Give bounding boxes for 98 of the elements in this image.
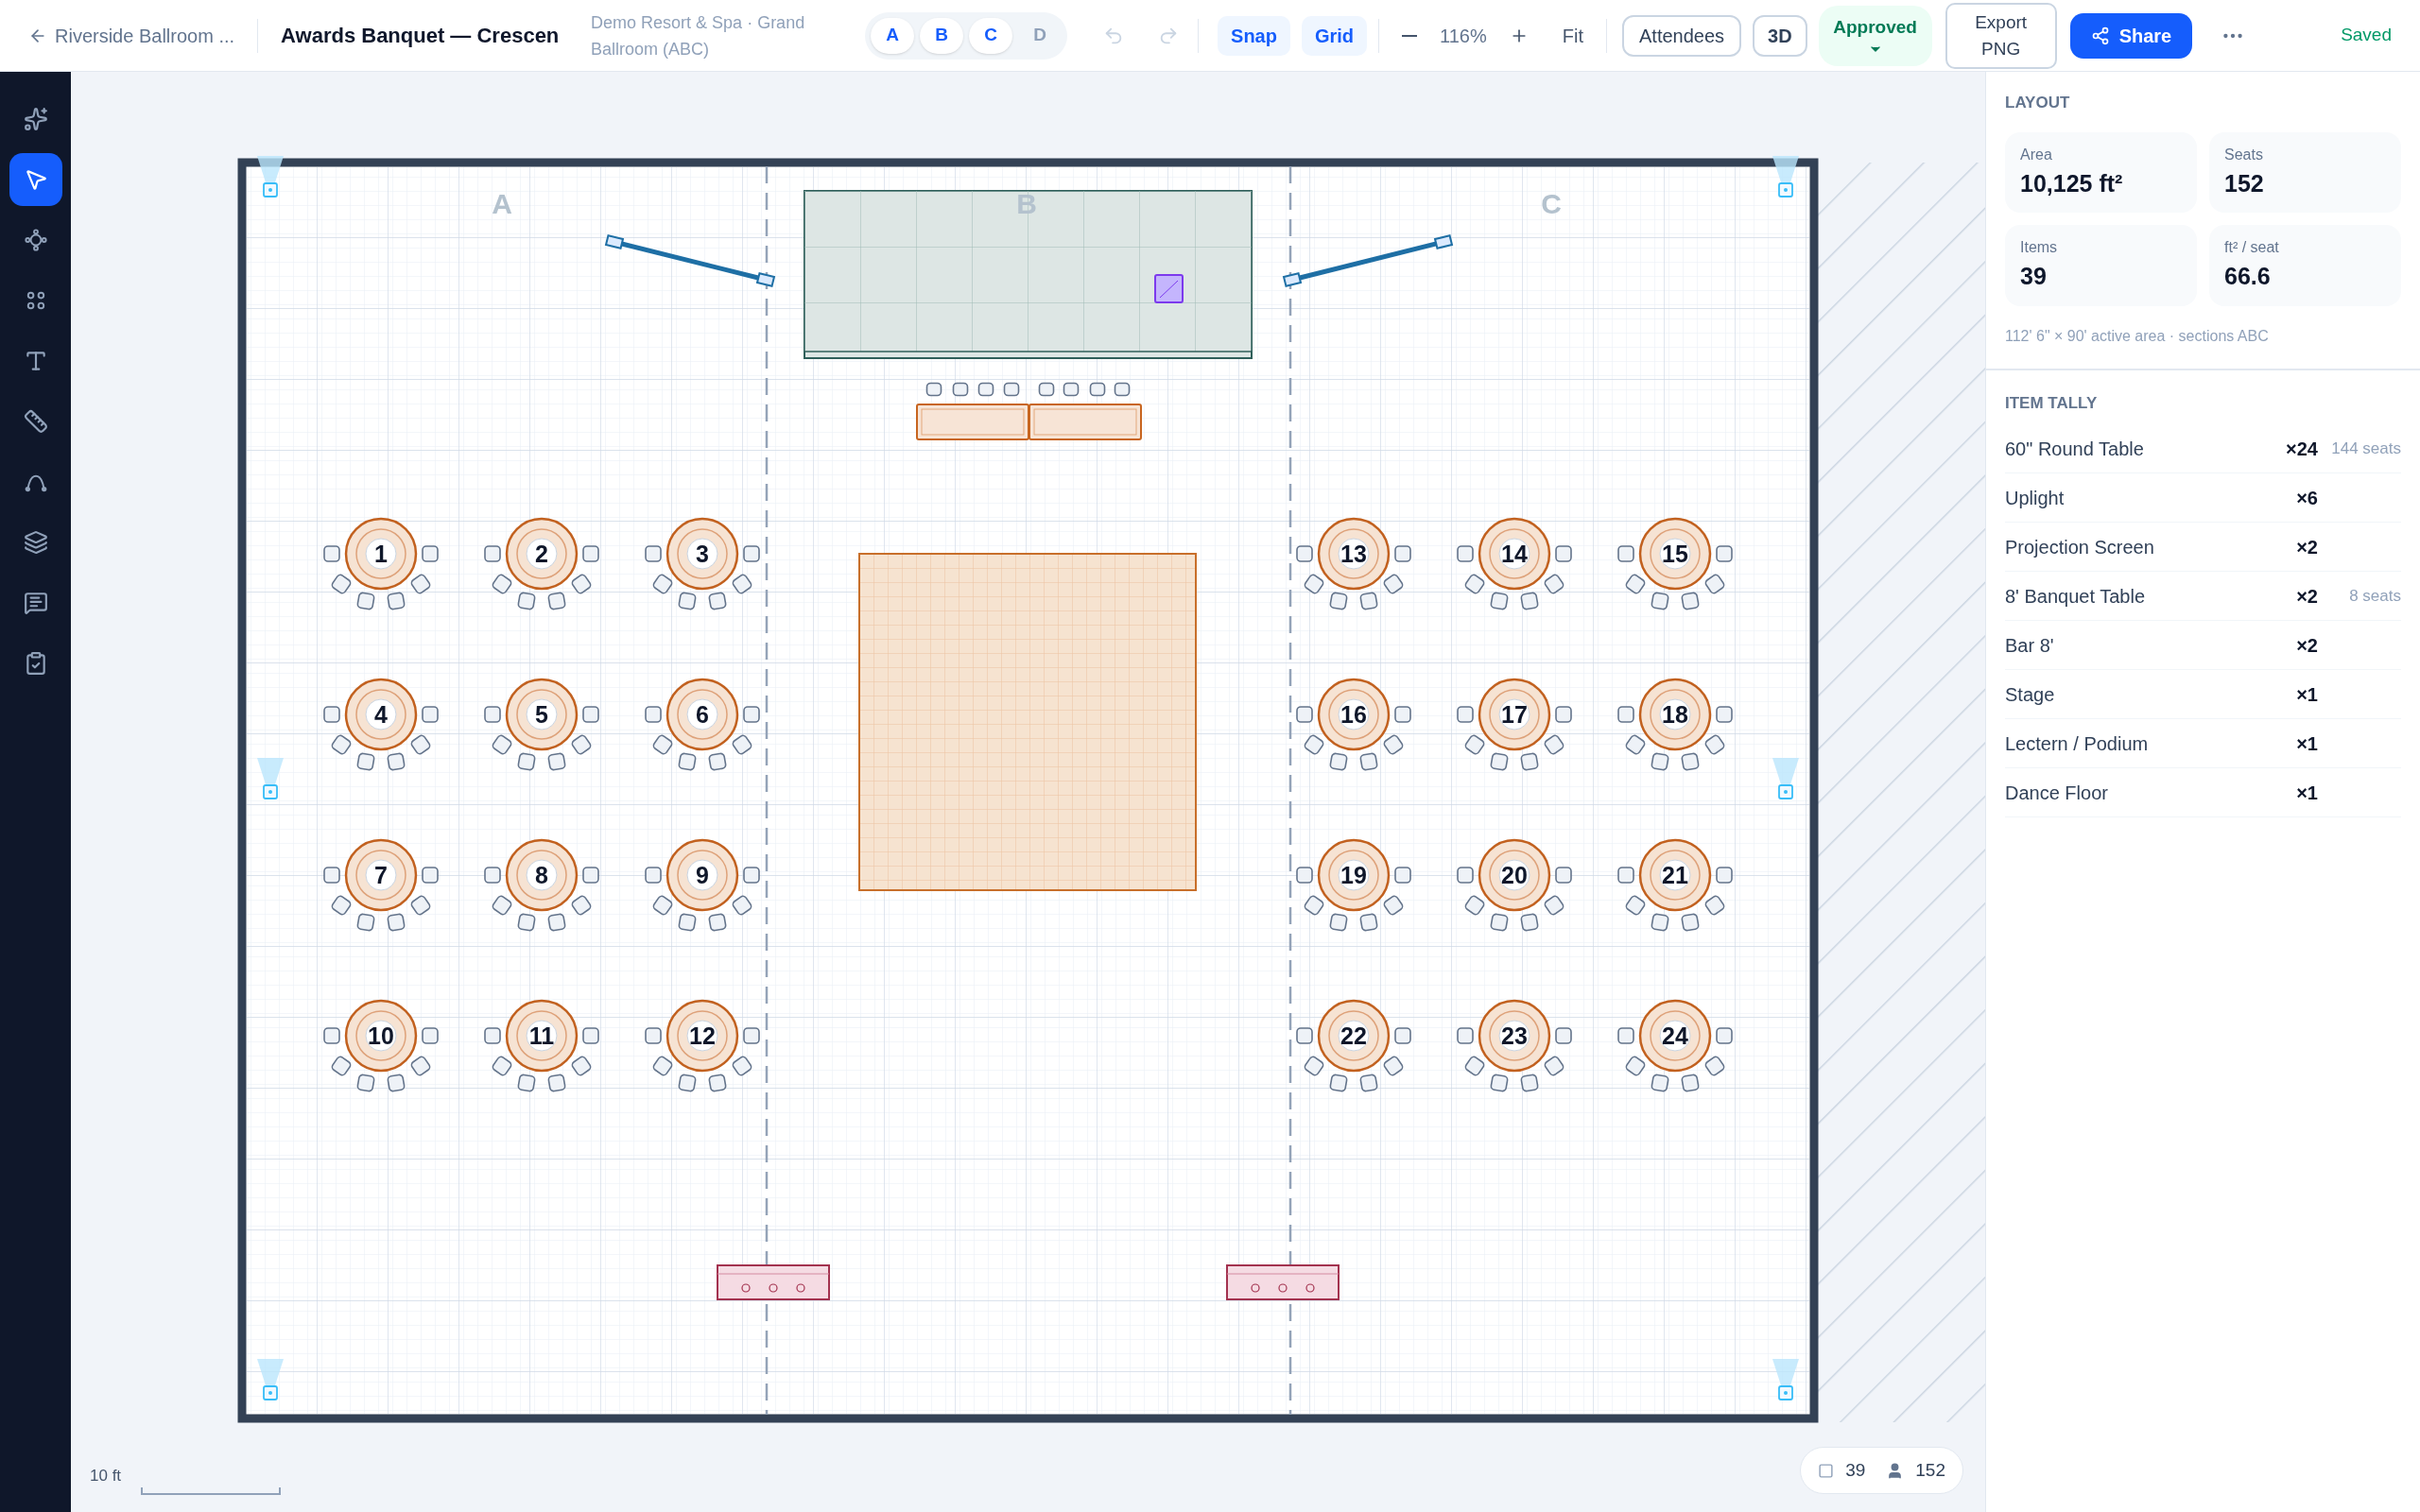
table-number: 16 [1340, 701, 1367, 728]
uplight-icon [1772, 156, 1799, 198]
export-button[interactable]: Export PNG [1945, 2, 2057, 69]
event-title: Awards Banquet — Crescen [281, 23, 561, 49]
item-name: Uplight [2005, 486, 2065, 510]
table-number: 23 [1501, 1022, 1528, 1049]
item-name: Projection Screen [2005, 535, 2154, 559]
item-name: Bar 8' [2005, 633, 2054, 658]
section-label: C [1541, 188, 1562, 219]
chair [1003, 382, 1020, 397]
venue-text: Demo Resort & Spa · Grand Ballroom (ABC) [591, 11, 806, 60]
comment-icon [23, 591, 48, 615]
minus-icon [1402, 34, 1418, 37]
table-number: 15 [1662, 541, 1688, 567]
area-note: 112' 6" × 90' active area · sections ABC [2005, 326, 2270, 346]
section-heading: LAYOUT [2005, 93, 2071, 113]
stat-label: Area [2020, 145, 2053, 164]
table-number: 11 [528, 1022, 555, 1049]
fit-button[interactable]: Fit [1554, 21, 1591, 50]
attendees-button[interactable]: Attendees [1622, 14, 1742, 57]
3d-button[interactable]: 3D [1753, 14, 1807, 57]
stat-label: ft² / seat [2224, 238, 2280, 257]
section-label: A [492, 188, 512, 219]
table-number: 20 [1501, 862, 1528, 888]
tool-button[interactable] [9, 153, 62, 206]
table-number: 8 [535, 862, 548, 888]
layers-icon [23, 530, 48, 555]
item-name: 8' Banquet Table [2005, 584, 2146, 609]
item-name: Dance Floor [2005, 781, 2108, 805]
sparkles-icon [23, 107, 48, 131]
chair [1089, 382, 1106, 397]
section-toggle[interactable]: A [871, 17, 915, 54]
ruler-icon [23, 409, 48, 434]
table-number: 2 [535, 541, 548, 567]
table-number: 3 [696, 541, 709, 567]
chair [1063, 382, 1080, 397]
table-number: 19 [1340, 862, 1367, 888]
item-count: ×2 [2295, 535, 2318, 559]
stat-label: Items [2020, 238, 2059, 257]
toggle-button[interactable]: Snap [1218, 15, 1290, 56]
stat-value: 152 [2224, 168, 2265, 198]
stat-label: Seats [2224, 145, 2264, 164]
item-name: 60" Round Table [2005, 437, 2144, 461]
seat-note: 8 seats [2348, 585, 2401, 607]
uplight-icon [257, 758, 284, 799]
uplight-icon [1772, 758, 1799, 799]
table-number: 13 [1340, 541, 1367, 567]
table-number: 10 [368, 1022, 394, 1049]
share-icon [2090, 26, 2110, 45]
table-number: 14 [1501, 541, 1528, 567]
toggle-button[interactable]: Grid [1301, 15, 1368, 56]
chair [1114, 382, 1131, 397]
zoom-level: 116% [1440, 24, 1487, 48]
chair [925, 382, 942, 397]
item-name: Stage [2005, 682, 2055, 707]
save-status: Saved [2341, 24, 2392, 47]
table-number: 21 [1662, 862, 1688, 888]
back-link[interactable]: Riverside Ballroom ... [28, 21, 235, 50]
table-number: 22 [1340, 1022, 1367, 1049]
section-toggle[interactable]: C [969, 17, 1013, 54]
table-number: 1 [374, 541, 388, 567]
item-count: ×2 [2295, 633, 2318, 658]
uplight-icon [1772, 1359, 1799, 1400]
stat-value: 39 [2020, 262, 2048, 291]
table-number: 12 [689, 1022, 716, 1049]
table-number: 7 [374, 862, 388, 888]
table-number: 18 [1662, 701, 1688, 728]
item-count: 39 [1845, 1458, 1866, 1482]
item-name: Lectern / Podium [2005, 731, 2149, 756]
square-icon [1818, 1462, 1835, 1479]
item-count: ×1 [2295, 682, 2318, 707]
scale-label: 10 ft [90, 1465, 123, 1486]
chair [977, 382, 994, 397]
share-button[interactable]: Share [2069, 12, 2193, 59]
uplight-icon [257, 1359, 284, 1400]
table-number: 4 [374, 701, 388, 728]
chair [1038, 382, 1055, 397]
node-icon [23, 228, 48, 252]
item-count: ×1 [2295, 731, 2318, 756]
uplight-icon [257, 156, 284, 198]
stat-value: 10,125 ft² [2020, 168, 2124, 198]
section-toggle[interactable]: B [920, 17, 964, 54]
seat-count: 152 [1915, 1458, 1945, 1482]
seat-note: 144 seats [2330, 438, 2401, 459]
lectern [1154, 274, 1184, 303]
section-heading: ITEM TALLY [2005, 392, 2099, 414]
table-number: 6 [696, 701, 709, 728]
status-dropdown[interactable]: Approved [1818, 5, 1932, 66]
chair [952, 382, 969, 397]
table-number: 9 [696, 862, 709, 888]
table-number: 5 [535, 701, 548, 728]
item-count: ×2 [2295, 584, 2318, 609]
item-count: ×1 [2295, 781, 2318, 805]
item-count: ×6 [2295, 486, 2318, 510]
table-number: 24 [1662, 1022, 1688, 1049]
table-number: 17 [1501, 701, 1528, 728]
stat-value: 66.6 [2224, 262, 2272, 291]
item-count: ×24 [2285, 437, 2318, 461]
